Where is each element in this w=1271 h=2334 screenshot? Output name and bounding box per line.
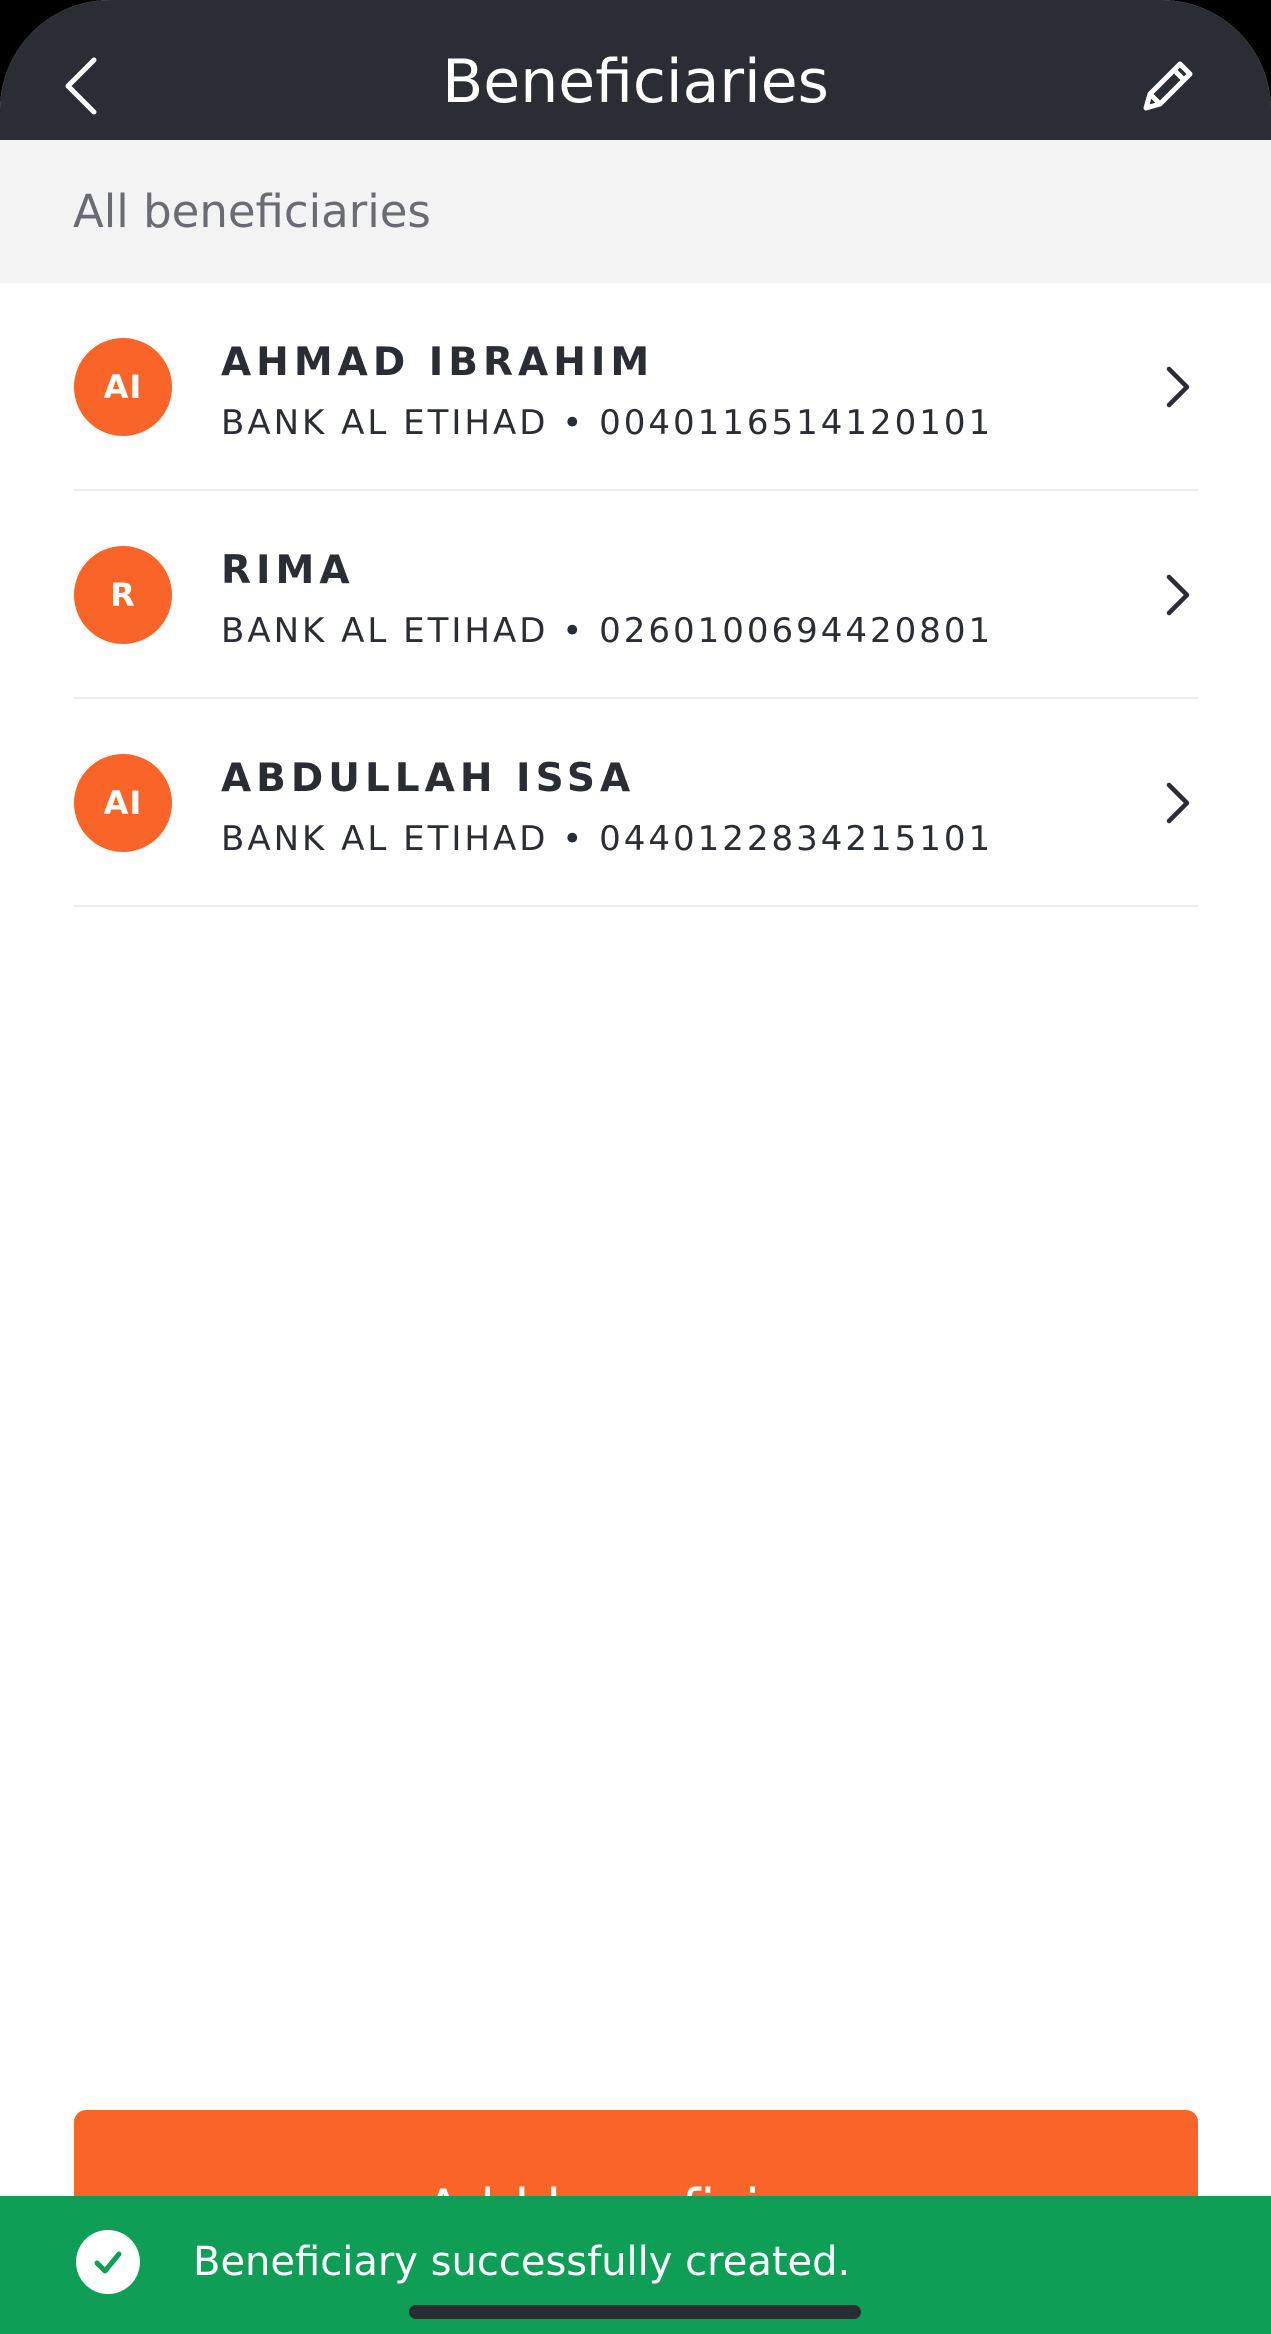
avatar: R — [74, 546, 172, 644]
avatar: AI — [74, 754, 172, 852]
section-label: All beneficiaries — [73, 185, 431, 238]
page-title: Beneficiaries — [442, 47, 829, 117]
check-icon — [76, 2230, 140, 2294]
beneficiary-name: RIMA — [221, 548, 355, 593]
beneficiary-list: AI AHMAD IBRAHIM BANK AL ETIHAD • 004011… — [0, 283, 1271, 907]
section-header: All beneficiaries — [0, 140, 1271, 283]
chevron-right-icon — [1158, 771, 1198, 835]
top-bar: Beneficiaries — [0, 0, 1271, 140]
beneficiary-name: ABDULLAH ISSA — [221, 756, 636, 801]
avatar: AI — [74, 338, 172, 436]
list-item[interactable]: R RIMA BANK AL ETIHAD • 0260100694420801 — [74, 491, 1198, 699]
pencil-icon — [1143, 61, 1193, 111]
chevron-right-icon — [1158, 563, 1198, 627]
beneficiary-name: AHMAD IBRAHIM — [221, 340, 655, 385]
screen: Beneficiaries All beneficiaries AI AHMAD… — [0, 0, 1271, 2334]
beneficiary-bank-account: BANK AL ETIHAD • 0440122834215101 — [221, 819, 994, 859]
edit-button[interactable] — [1130, 48, 1206, 124]
toast-message: Beneficiary successfully created. — [193, 2239, 851, 2285]
list-item[interactable]: AI AHMAD IBRAHIM BANK AL ETIHAD • 004011… — [74, 283, 1198, 491]
beneficiary-bank-account: BANK AL ETIHAD • 0260100694420801 — [221, 611, 994, 651]
chevron-right-icon — [1158, 355, 1198, 419]
beneficiary-bank-account: BANK AL ETIHAD • 0040116514120101 — [221, 403, 994, 443]
home-indicator[interactable] — [409, 2305, 861, 2319]
list-item[interactable]: AI ABDULLAH ISSA BANK AL ETIHAD • 044012… — [74, 699, 1198, 907]
